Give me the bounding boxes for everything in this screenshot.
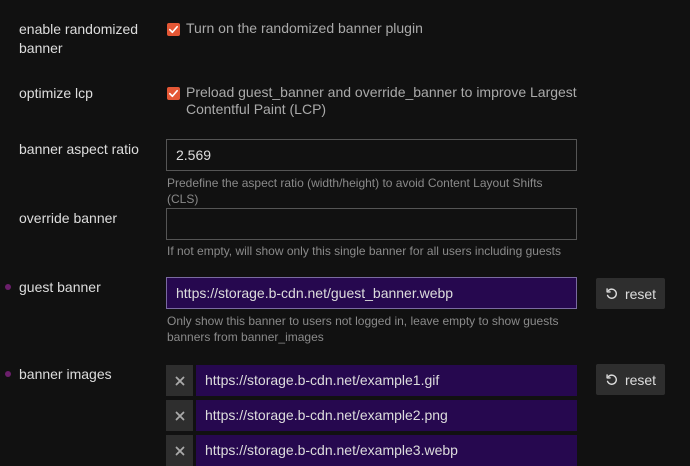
reset-label: reset	[624, 285, 657, 302]
remove-item-button[interactable]	[166, 365, 193, 396]
setting-description: Only show this banner to users not logge…	[167, 314, 559, 344]
undo-icon	[606, 373, 617, 385]
optimize-lcp-checkbox[interactable]	[167, 87, 180, 100]
optimize-lcp-checkbox-row[interactable]: Preload guest_banner and override_banner…	[167, 84, 581, 118]
override-banner-input[interactable]	[166, 208, 577, 240]
reset-label: reset	[624, 371, 657, 388]
enable-randomized-banner-checkbox-row[interactable]: Turn on the randomized banner plugin	[167, 20, 581, 37]
remove-item-button[interactable]	[166, 435, 193, 466]
checkbox-label: Turn on the randomized banner plugin	[186, 20, 423, 36]
guest-banner-reset-button[interactable]: reset	[596, 278, 665, 309]
setting-description: Predefine the aspect ratio (width/height…	[167, 176, 543, 206]
setting-label: banner images	[19, 366, 112, 382]
banner-aspect-ratio-input[interactable]: 2.569	[166, 139, 577, 171]
undo-icon	[606, 287, 617, 299]
enable-randomized-banner-checkbox[interactable]	[167, 23, 180, 36]
times-icon	[175, 376, 184, 385]
guest-banner-input[interactable]: https://storage.b-cdn.net/guest_banner.w…	[166, 277, 577, 309]
remove-item-button[interactable]	[166, 400, 193, 431]
setting-label: banner aspect ratio	[19, 141, 139, 157]
setting-label: override banner	[19, 210, 118, 226]
banner-images-reset-button[interactable]: reset	[596, 364, 665, 395]
check-icon	[169, 25, 178, 34]
setting-label: enable randomized banner	[19, 21, 139, 56]
times-icon	[175, 411, 184, 420]
overridden-indicator	[5, 284, 11, 290]
setting-label: guest banner	[19, 279, 101, 295]
overridden-indicator	[5, 371, 11, 377]
banner-image-url[interactable]: https://storage.b-cdn.net/example3.webp	[196, 435, 577, 466]
banner-image-url[interactable]: https://storage.b-cdn.net/example1.gif	[196, 365, 577, 396]
checkbox-label: Preload guest_banner and override_banner…	[186, 84, 577, 117]
setting-label: optimize lcp	[19, 85, 93, 101]
check-icon	[169, 89, 178, 98]
banner-image-url[interactable]: https://storage.b-cdn.net/example2.png	[196, 400, 577, 431]
times-icon	[175, 446, 184, 455]
setting-description: If not empty, will show only this single…	[167, 244, 561, 258]
